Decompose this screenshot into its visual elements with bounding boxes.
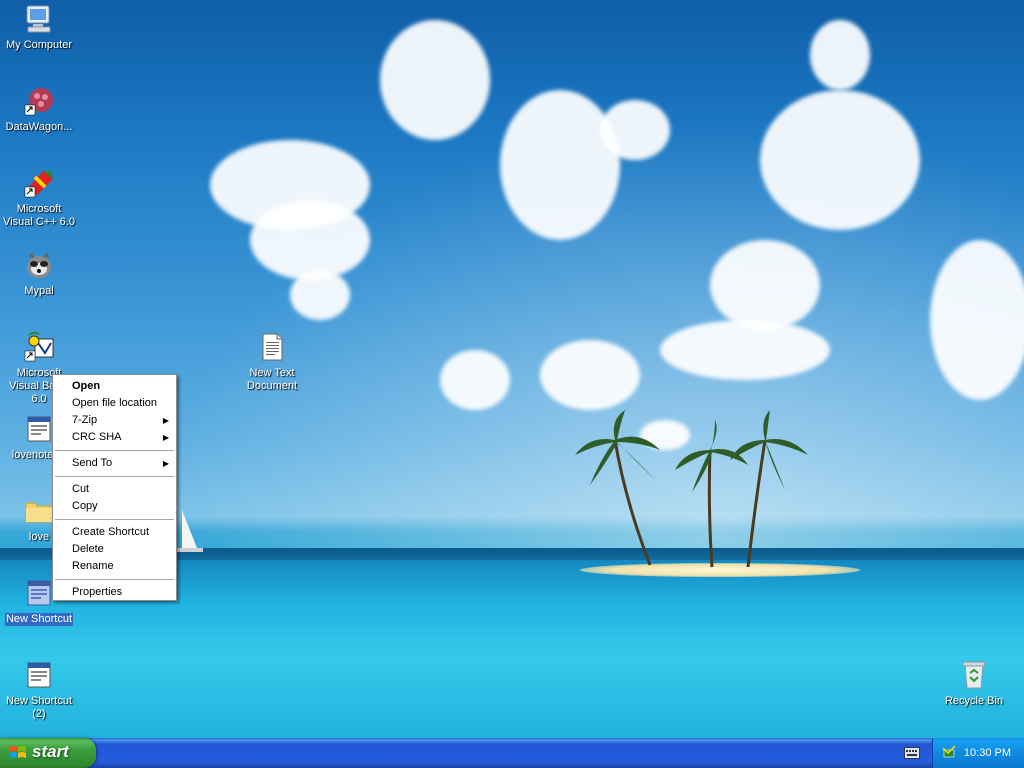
- raccoon-icon: [27, 252, 51, 278]
- windows-logo-icon: [10, 746, 26, 758]
- system-tray: 10:30 PM: [932, 738, 1024, 768]
- icon-label: Recycle Bin: [944, 695, 1004, 707]
- menu-item-label: CRC SHA: [72, 431, 122, 443]
- palm-trees: [575, 410, 808, 568]
- menu-item-send-to[interactable]: Send To ▶: [53, 455, 176, 472]
- cloud: [540, 340, 640, 410]
- recycle-bin-icon: [962, 661, 986, 689]
- my-computer-icon[interactable]: My Computer: [0, 3, 78, 52]
- menu-item-cut[interactable]: Cut: [53, 481, 176, 498]
- menu-separator: [55, 450, 174, 451]
- icon-label: love: [28, 531, 50, 543]
- start-label: start: [32, 742, 69, 761]
- taskbar: start 10:30 PM: [0, 738, 1024, 768]
- menu-item-label: Delete: [72, 543, 104, 555]
- cloud: [660, 320, 830, 380]
- icon-label: Mypal: [24, 285, 54, 297]
- shortcut-file-icon: [27, 662, 51, 688]
- cloud: [600, 100, 670, 160]
- mypal-shortcut[interactable]: Mypal: [0, 249, 78, 298]
- menu-separator: [55, 519, 174, 520]
- cloud: [290, 270, 350, 320]
- folder-icon: [25, 502, 53, 523]
- menu-item-open-file-location[interactable]: Open file location: [53, 395, 176, 412]
- visual-basic-icon: [24, 331, 54, 362]
- recycle-bin[interactable]: Recycle Bin: [935, 659, 1013, 708]
- menu-item-label: Open file location: [72, 397, 157, 409]
- menu-item-open[interactable]: Open: [53, 378, 176, 395]
- icon-label: My Computer: [5, 39, 73, 51]
- visual-cpp-icon: [24, 171, 53, 198]
- menu-item-copy[interactable]: Copy: [53, 498, 176, 515]
- menu-item-label: Copy: [72, 500, 98, 512]
- submenu-arrow-icon: ▶: [162, 459, 169, 468]
- menu-separator: [55, 579, 174, 580]
- cloud: [440, 350, 510, 410]
- menu-item-label: Cut: [72, 483, 90, 495]
- datawagon-icon: [24, 88, 53, 116]
- text-document-icon: [262, 333, 283, 361]
- menu-item-label: Properties: [72, 586, 123, 598]
- submenu-arrow-icon: ▶: [162, 416, 169, 425]
- menu-item-label: Send To: [72, 457, 113, 469]
- new-text-document[interactable]: New Text Document: [233, 331, 311, 393]
- cloud: [250, 200, 370, 280]
- network-icon[interactable]: [941, 745, 957, 761]
- cloud: [710, 240, 820, 330]
- computer-icon: [26, 5, 51, 33]
- shortcut-file-icon: [27, 580, 51, 606]
- desktop-background: My Computer DataWagon... Microsoft Visua…: [0, 0, 1024, 738]
- cloud: [380, 20, 490, 140]
- new-shortcut-2[interactable]: New Shortcut (2): [0, 659, 78, 721]
- menu-separator: [55, 476, 174, 477]
- app-window-icon: [27, 416, 51, 442]
- icon-label: New Text Document: [246, 367, 298, 392]
- clock[interactable]: 10:30 PM: [964, 747, 1011, 759]
- menu-item-create-shortcut[interactable]: Create Shortcut: [53, 524, 176, 541]
- menu-item-7zip[interactable]: 7-Zip ▶: [53, 412, 176, 429]
- icon-label: New Shortcut (2): [5, 695, 73, 720]
- start-button[interactable]: start: [0, 738, 96, 768]
- cloud: [810, 20, 870, 90]
- menu-item-label: Open: [72, 380, 101, 392]
- menu-item-label: 7-Zip: [72, 414, 98, 426]
- menu-item-properties[interactable]: Properties: [53, 584, 176, 601]
- cloud: [930, 240, 1024, 400]
- context-menu: Open Open file location 7-Zip ▶ CRC SHA ▶ …: [52, 374, 177, 601]
- menu-item-rename[interactable]: Rename: [53, 558, 176, 575]
- cloud: [760, 90, 920, 230]
- menu-item-crc-sha[interactable]: CRC SHA ▶: [53, 429, 176, 446]
- msvc-shortcut[interactable]: Microsoft Visual C++ 6.0: [0, 167, 78, 229]
- sailboat: [177, 510, 203, 552]
- keyboard-icon[interactable]: [904, 747, 920, 759]
- icon-label: New Shortcut: [4, 613, 74, 626]
- datawagon-shortcut[interactable]: DataWagon...: [0, 85, 78, 134]
- menu-item-label: Rename: [72, 560, 114, 572]
- cloud: [500, 90, 620, 240]
- menu-item-delete[interactable]: Delete: [53, 541, 176, 558]
- icon-label: DataWagon...: [5, 121, 73, 133]
- icon-label: Microsoft Visual C++ 6.0: [3, 203, 75, 228]
- submenu-arrow-icon: ▶: [162, 433, 169, 442]
- menu-item-label: Create Shortcut: [72, 526, 150, 538]
